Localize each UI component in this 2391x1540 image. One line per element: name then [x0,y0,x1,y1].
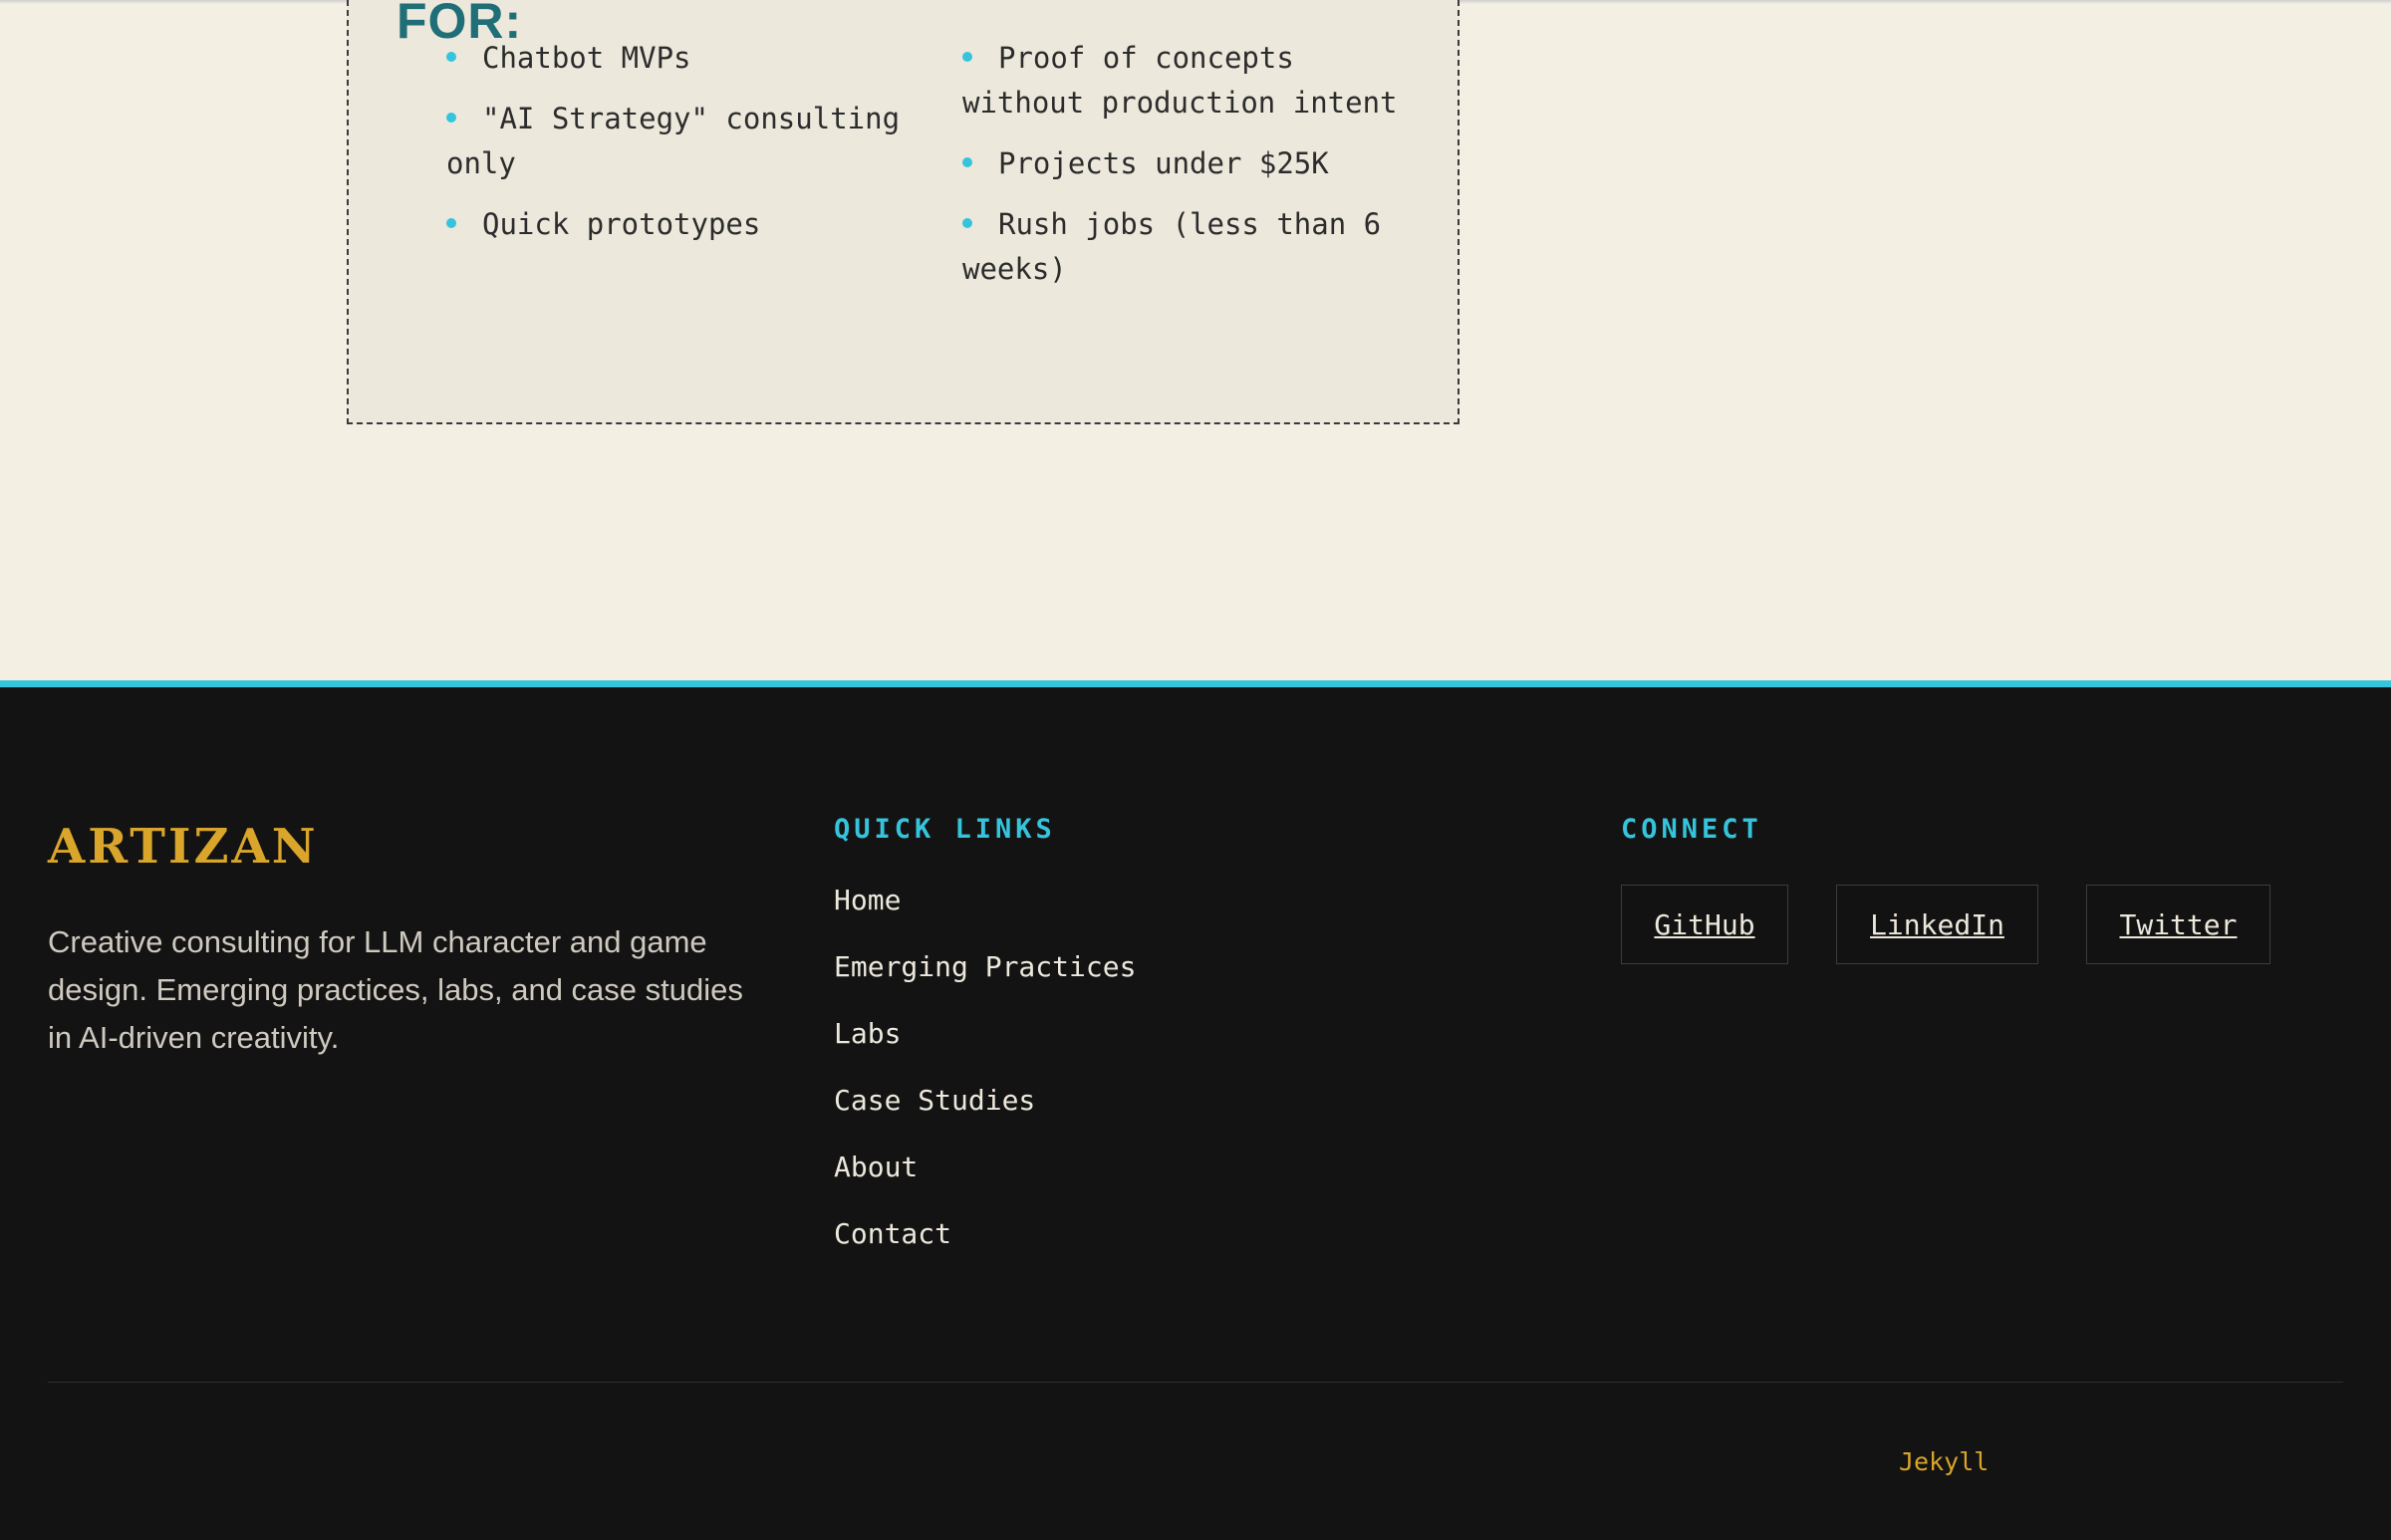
list-item: Chatbot MVPs [446,36,915,81]
list-item: Home [834,881,1136,947]
jekyll-credit-link[interactable]: Jekyll [1899,1447,1989,1476]
twitter-button[interactable]: Twitter [2086,885,2270,964]
footer-link-contact[interactable]: Contact [834,1217,951,1250]
list-item: Case Studies [834,1081,1136,1148]
list-item: Contact [834,1214,1136,1281]
list-item-text: Quick prototypes [482,207,761,241]
list-item: Emerging Practices [834,947,1136,1014]
not-for-list-left: Chatbot MVPs "AI Strategy" consulting on… [446,36,915,263]
linkedin-button[interactable]: LinkedIn [1836,885,2038,964]
list-item: Labs [834,1014,1136,1081]
footer-description: Creative consulting for LLM character an… [48,924,743,1055]
github-button[interactable]: GitHub [1621,885,1788,964]
bullet-dot-icon [446,52,456,62]
quick-links-list: Home Emerging Practices Labs Case Studie… [834,881,1136,1281]
list-item: Projects under $25K [962,141,1431,186]
site-footer: ARTIZAN Creative consulting for LLM char… [0,680,2391,1540]
list-item: About [834,1148,1136,1214]
footer-link-case-studies[interactable]: Case Studies [834,1084,1035,1117]
list-item-text: Projects under $25K [998,146,1329,180]
not-for-list-right: Proof of concepts without production int… [962,36,1431,308]
footer-link-emerging-practices[interactable]: Emerging Practices [834,950,1136,983]
footer-link-labs[interactable]: Labs [834,1017,901,1050]
list-item: "AI Strategy" consulting only [446,97,915,186]
list-item-text: Proof of concepts without production int… [962,41,1398,120]
footer-link-home[interactable]: Home [834,884,901,916]
footer-divider [48,1382,2343,1383]
list-item-text: "AI Strategy" consulting only [446,102,901,180]
list-item: Rush jobs (less than 6 weeks) [962,202,1431,292]
footer-link-about[interactable]: About [834,1151,918,1183]
bullet-dot-icon [962,157,972,167]
bullet-dot-icon [446,218,456,228]
footer-brand-logo[interactable]: ARTIZAN [48,819,319,875]
connect-heading: CONNECT [1621,814,1762,845]
list-item: Proof of concepts without production int… [962,36,1431,126]
list-item-text: Chatbot MVPs [482,41,691,75]
not-for-card: FOR: Chatbot MVPs "AI Strategy" consulti… [347,0,1460,424]
list-item: Quick prototypes [446,202,915,247]
quick-links-heading: QUICK LINKS [834,814,1056,845]
list-item-text: Rush jobs (less than 6 weeks) [962,207,1382,286]
bullet-dot-icon [962,218,972,228]
bullet-dot-icon [446,113,456,123]
bullet-dot-icon [962,52,972,62]
